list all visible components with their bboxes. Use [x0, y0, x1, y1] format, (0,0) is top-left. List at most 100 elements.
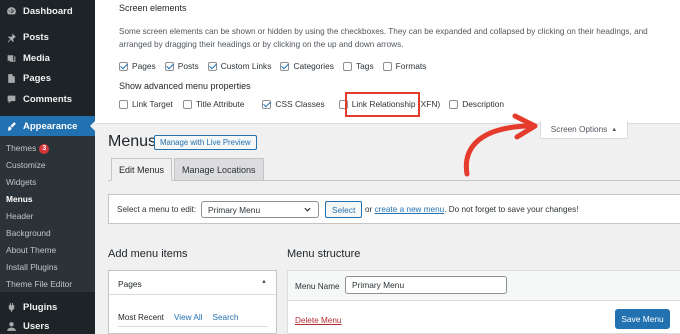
- checkbox-link-target[interactable]: Link Target: [119, 99, 173, 109]
- pages-tabs: Most Recent View All Search: [118, 313, 248, 322]
- sidebar-item-users[interactable]: Users: [0, 316, 95, 334]
- checkbox[interactable]: [262, 99, 272, 109]
- checkbox-description[interactable]: Description: [449, 99, 504, 109]
- menu-name-label: Menu Name: [295, 282, 340, 291]
- screen-options-toggle-label: Screen Options: [550, 125, 608, 134]
- save-menu-button[interactable]: Save Menu: [615, 309, 670, 329]
- menu-structure-heading: Menu structure: [287, 248, 361, 260]
- paintbrush-icon: [5, 120, 17, 132]
- pages-accordion-header[interactable]: Pages ▲: [109, 271, 276, 295]
- pin-icon: [5, 31, 17, 43]
- or-text: or: [365, 205, 373, 214]
- dashboard-icon: [5, 5, 17, 17]
- select-menu-label: Select a menu to edit:: [117, 205, 197, 214]
- checkbox-label: Categories: [293, 61, 334, 71]
- submenu-item-widgets[interactable]: Widgets: [6, 177, 36, 187]
- checkbox-css-classes[interactable]: CSS Classes: [262, 99, 325, 109]
- checkbox-title-attribute[interactable]: Title Attribute: [182, 99, 245, 109]
- checkbox[interactable]: [207, 61, 217, 71]
- submenu-item-about-theme[interactable]: About Theme: [6, 245, 56, 255]
- submenu-item-background[interactable]: Background: [6, 228, 51, 238]
- tab-view-all[interactable]: View All: [174, 313, 203, 322]
- checkbox-categories[interactable]: Categories: [280, 61, 334, 71]
- submenu-item-menus[interactable]: Menus: [6, 194, 33, 204]
- create-new-menu-link[interactable]: create a new menu: [375, 205, 445, 214]
- screen-options-panel: Screen elements Some screen elements can…: [95, 0, 680, 124]
- css-classes-highlight: [345, 92, 420, 117]
- screen-options-toggle[interactable]: Screen Options ▲: [540, 121, 628, 139]
- menu-name-bar: Menu Name Primary Menu: [288, 271, 680, 301]
- screen-elements-heading: Screen elements: [119, 3, 187, 13]
- select-button[interactable]: Select: [325, 201, 363, 218]
- menu-name-input[interactable]: Primary Menu: [345, 276, 507, 294]
- menu-select-dropdown[interactable]: Primary Menu: [201, 201, 319, 218]
- checkbox-label: Tags: [355, 61, 374, 71]
- appearance-submenu: Themes 3 Customize Widgets Menus Header B…: [0, 136, 95, 292]
- submenu-item-themes[interactable]: Themes 3: [6, 143, 50, 154]
- sidebar-item-label: Comments: [23, 93, 73, 105]
- checkbox-formats[interactable]: Formats: [382, 61, 427, 71]
- checkbox[interactable]: [119, 61, 128, 71]
- menu-tabs: Edit Menus Manage Locations: [108, 158, 680, 181]
- submenu-item-theme-file-editor[interactable]: Theme File Editor: [6, 279, 72, 289]
- advanced-properties-heading: Show advanced menu properties: [119, 81, 251, 91]
- advanced-properties-checkboxes: Link Target Title Attribute CSS Classes …: [119, 99, 513, 109]
- checkbox[interactable]: [382, 61, 392, 71]
- save-reminder-text: . Do not forget to save your changes!: [444, 205, 579, 214]
- users-icon: [5, 320, 17, 332]
- media-icon: [5, 52, 17, 64]
- tab-edit-menus[interactable]: Edit Menus: [111, 158, 173, 181]
- admin-sidebar: Dashboard Posts Media Pages Comments App…: [0, 0, 95, 334]
- sidebar-item-media[interactable]: Media: [0, 48, 95, 68]
- submenu-item-header[interactable]: Header: [6, 211, 33, 221]
- checkbox[interactable]: [342, 61, 352, 71]
- sidebar-item-comments[interactable]: Comments: [0, 89, 95, 109]
- checkbox[interactable]: [182, 99, 192, 109]
- checkbox-tags[interactable]: Tags: [342, 61, 374, 71]
- triangle-up-icon: ▲: [261, 279, 267, 285]
- sidebar-item-plugins[interactable]: Plugins: [0, 297, 95, 317]
- tab-divider: [118, 326, 268, 327]
- checkbox-label: Formats: [395, 61, 427, 71]
- checkbox[interactable]: [164, 61, 174, 71]
- delete-menu-link[interactable]: Delete Menu: [295, 316, 341, 325]
- checkbox-label: Pages: [132, 61, 156, 71]
- tab-manage-locations[interactable]: Manage Locations: [174, 158, 264, 181]
- submenu-item-install-plugins[interactable]: Install Plugins: [6, 262, 58, 272]
- tab-most-recent[interactable]: Most Recent: [118, 313, 164, 322]
- add-menu-items-heading: Add menu items: [108, 248, 188, 260]
- checkbox-label: CSS Classes: [275, 99, 325, 109]
- pages-accordion: Pages ▲ Most Recent View All Search: [108, 270, 277, 334]
- page-icon: [5, 72, 17, 84]
- checkbox-pages[interactable]: Pages: [119, 61, 156, 71]
- select-menu-bar: Select a menu to edit: Primary Menu Sele…: [108, 194, 680, 224]
- comment-icon: [5, 93, 17, 105]
- sidebar-item-posts[interactable]: Posts: [0, 27, 95, 47]
- screen-options-description: Some screen elements can be shown or hid…: [119, 27, 648, 49]
- checkbox[interactable]: [280, 61, 290, 71]
- submenu-item-customize[interactable]: Customize: [6, 160, 46, 170]
- checkbox[interactable]: [449, 99, 459, 109]
- menu-structure-panel: Menu Name Primary Menu Delete Menu Save …: [287, 270, 680, 334]
- checkbox-posts[interactable]: Posts: [164, 61, 199, 71]
- sidebar-item-pages[interactable]: Pages: [0, 68, 95, 88]
- sidebar-item-label: Appearance: [23, 120, 78, 132]
- triangle-up-icon: ▲: [611, 126, 618, 133]
- submenu-label: Themes: [6, 143, 37, 153]
- page-title: Menus: [108, 133, 157, 150]
- sidebar-item-dashboard[interactable]: Dashboard: [0, 1, 95, 21]
- tab-search[interactable]: Search: [213, 313, 239, 322]
- checkbox-label: Title Attribute: [195, 99, 245, 109]
- checkbox-label: Link Target: [132, 99, 173, 109]
- checkbox-label: Description: [462, 99, 505, 109]
- checkbox[interactable]: [119, 99, 128, 109]
- checkbox-label: Posts: [177, 61, 199, 71]
- manage-live-preview-button[interactable]: Manage with Live Preview: [154, 135, 257, 150]
- sidebar-item-appearance[interactable]: Appearance: [0, 116, 95, 136]
- screen-elements-checkboxes: Pages Posts Custom Links Categories Tags…: [119, 61, 435, 71]
- update-count-badge: 3: [39, 144, 50, 154]
- checkbox-label: Custom Links: [220, 61, 272, 71]
- checkbox-custom-links[interactable]: Custom Links: [207, 61, 272, 71]
- sidebar-item-label: Media: [23, 52, 50, 64]
- pages-accordion-title: Pages: [118, 279, 142, 289]
